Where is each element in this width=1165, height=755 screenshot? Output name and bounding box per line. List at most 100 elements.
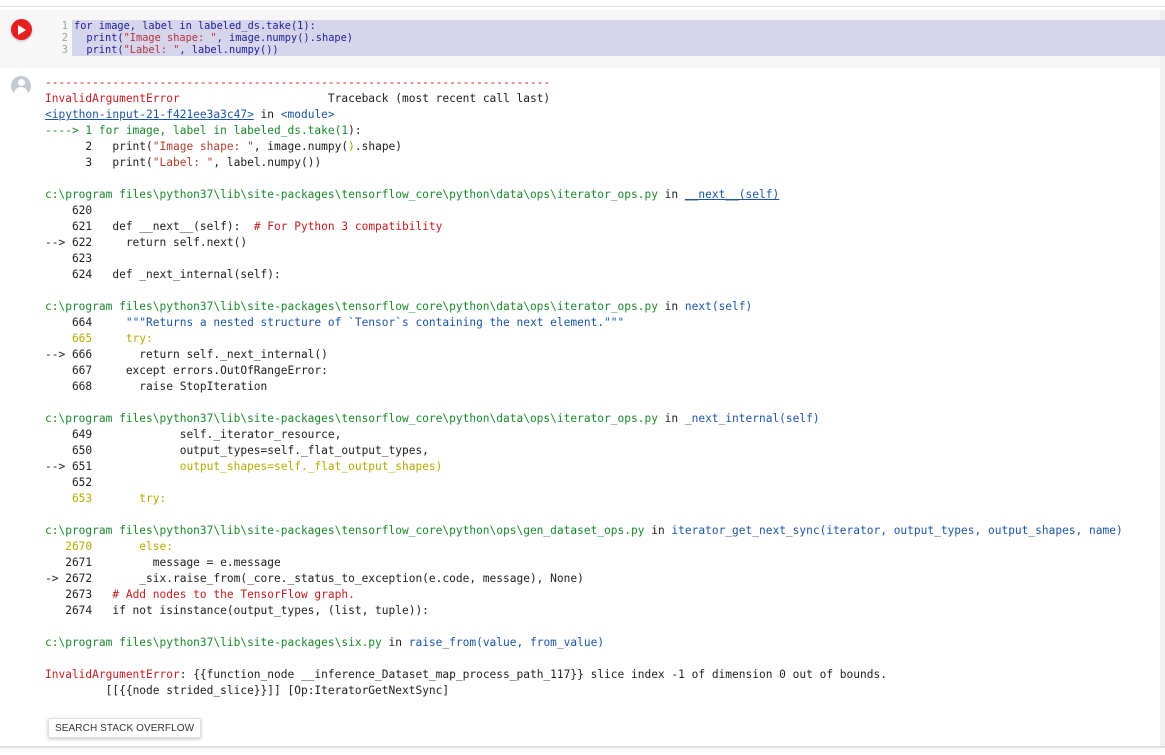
traceback-token: _next_internal(self) <box>684 412 820 425</box>
traceback-line: c:\program files\python37\lib\site-packa… <box>45 299 1160 315</box>
traceback-token: 649 self._iterator_resource, <box>45 428 342 441</box>
traceback-line: -> 2672 _six.raise_from(_core._status_to… <box>45 571 1160 587</box>
traceback-line: 2670 else: <box>45 539 1160 555</box>
traceback-token: <module> <box>280 108 335 121</box>
traceback-token: # For Python 3 compatibility <box>253 220 443 233</box>
traceback-token: next(self) <box>684 300 753 313</box>
traceback-line: 2673 # Add nodes to the TensorFlow graph… <box>45 587 1160 603</box>
traceback-line: 3 print("Label: ", label.numpy()) <box>45 155 1160 171</box>
traceback-line: InvalidArgumentError: {{function_node __… <box>45 667 1160 683</box>
traceback-line: ----------------------------------------… <box>45 75 1160 91</box>
traceback-token: ): <box>348 124 362 137</box>
traceback-line: 665 try: <box>45 331 1160 347</box>
code-token: , label.numpy()) <box>179 44 279 56</box>
traceback-line: 668 raise StopIteration <box>45 379 1160 395</box>
code-token: "Image shape: " <box>123 32 217 44</box>
cell-bottom-shadow <box>0 746 1165 749</box>
traceback-line: --> 622 return self.next() <box>45 235 1160 251</box>
traceback-line: c:\program files\python37\lib\site-packa… <box>45 635 1160 651</box>
traceback-token: 2 print( <box>45 140 153 153</box>
traceback-line: 653 try: <box>45 491 1160 507</box>
traceback-token: c:\program files\python37\lib\site-packa… <box>45 636 382 649</box>
traceback-token: 668 raise StopIteration <box>45 380 268 393</box>
traceback-link[interactable]: <ipython-input-21-f421ee3a3c47> <box>45 108 254 121</box>
code-line[interactable]: 3 print("Label: ", label.numpy()) <box>58 44 1165 56</box>
code-token: , image.numpy().shape) <box>216 32 353 44</box>
traceback-token: 653 try: <box>45 492 167 505</box>
traceback-token: ----------------------------------------… <box>45 76 551 89</box>
traceback-token: c:\program files\python37\lib\site-packa… <box>45 188 658 201</box>
traceback-token: in <box>657 412 685 425</box>
traceback-token: 2674 if not isinstance(output_types, (li… <box>45 604 429 617</box>
traceback-line: --> 666 return self._next_internal() <box>45 347 1160 363</box>
traceback-token: c:\program files\python37\lib\site-packa… <box>45 412 658 425</box>
traceback-link[interactable]: __next__(self) <box>685 188 779 201</box>
line-number: 3 <box>61 44 68 56</box>
traceback-line: [[{{node strided_slice}}]] [Op:IteratorG… <box>45 683 1160 699</box>
code-token: print( <box>74 44 124 56</box>
traceback-token: output_shapes=self._flat_output_shapes) <box>179 460 443 473</box>
traceback-line: 667 except errors.OutOfRangeError: <box>45 363 1160 379</box>
traceback-output: ----------------------------------------… <box>45 75 1160 699</box>
traceback-line: 2671 message = e.message <box>45 555 1160 571</box>
traceback-line: ----> 1 for image, label in labeled_ds.t… <box>45 123 1160 139</box>
traceback-line: --> 651 output_shapes=self._flat_output_… <box>45 459 1160 475</box>
traceback-token: Traceback (most recent call last) <box>179 92 551 105</box>
code-line[interactable]: 1 for image, label in labeled_ds.take(1): <box>58 20 1165 32</box>
traceback-token: in <box>657 300 685 313</box>
traceback-token: 665 try: <box>45 332 153 345</box>
traceback-token: in <box>657 188 685 201</box>
traceback-token: 667 except errors.OutOfRangeError: <box>45 364 328 377</box>
traceback-token: iterator_get_next_sync(iterator, output_… <box>671 524 1123 537</box>
traceback-line: 2 print("Image shape: ", image.numpy().s… <box>45 139 1160 155</box>
traceback-gap <box>45 651 1160 667</box>
traceback-token: 2670 else: <box>45 540 173 553</box>
traceback-token: """Returns a nested structure of `Tensor… <box>125 316 625 329</box>
traceback-line: 664 """Returns a nested structure of `Te… <box>45 315 1160 331</box>
traceback-gap <box>45 171 1160 187</box>
traceback-token: --> 651 <box>45 460 180 473</box>
traceback-token: ----> 1 for image, label in labeled_ds.t… <box>45 124 342 137</box>
traceback-token: 624 def _next_internal(self): <box>45 268 281 281</box>
traceback-line: 621 def __next__(self): # For Python 3 c… <box>45 219 1160 235</box>
play-icon <box>18 24 26 35</box>
code-line[interactable]: 2 print("Image shape: ", image.numpy().s… <box>58 32 1165 44</box>
run-cell-button[interactable] <box>11 19 32 40</box>
traceback-token: 2671 message = e.message <box>45 556 281 569</box>
line-number: 2 <box>61 32 68 44</box>
traceback-token: ) <box>348 140 355 153</box>
traceback-token: 664 <box>45 316 126 329</box>
traceback-token: "Label: " <box>152 156 214 169</box>
traceback-token: 2673 <box>45 588 113 601</box>
traceback-line: <ipython-input-21-f421ee3a3c47> in <modu… <box>45 107 1160 123</box>
search-stack-overflow-button[interactable]: SEARCH STACK OVERFLOW <box>48 718 202 738</box>
traceback-line: 649 self._iterator_resource, <box>45 427 1160 443</box>
traceback-line: 623 <box>45 251 1160 267</box>
code-text: for image, label in labeled_ds.take(1): <box>74 20 316 32</box>
traceback-token: 652 <box>45 476 93 489</box>
traceback-token: , label.numpy()) <box>213 156 322 169</box>
traceback-token: 3 print( <box>45 156 153 169</box>
traceback-token: # Add nodes to the TensorFlow graph. <box>112 588 355 601</box>
traceback-token: raise_from(value, from_value) <box>408 636 605 649</box>
traceback-token: "Image shape: " <box>152 140 254 153</box>
traceback-token: --> 622 return self.next() <box>45 236 248 249</box>
code-token: print( <box>74 32 124 44</box>
user-avatar-icon <box>11 76 31 96</box>
code-editor[interactable]: 1 for image, label in labeled_ds.take(1):… <box>58 20 1165 56</box>
top-divider <box>0 6 1165 7</box>
traceback-gap <box>45 283 1160 299</box>
traceback-token: c:\program files\python37\lib\site-packa… <box>45 524 645 537</box>
code-token: "Label: " <box>123 44 180 56</box>
traceback-token: 650 output_types=self._flat_output_types… <box>45 444 429 457</box>
traceback-token: .shape) <box>354 140 403 153</box>
traceback-token: [[{{node strided_slice}}]] [Op:IteratorG… <box>45 684 450 697</box>
traceback-line: 620 <box>45 203 1160 219</box>
traceback-token: --> 666 return self._next_internal() <box>45 348 328 361</box>
traceback-line: 650 output_types=self._flat_output_types… <box>45 443 1160 459</box>
traceback-line: 2674 if not isinstance(output_types, (li… <box>45 603 1160 619</box>
traceback-line: c:\program files\python37\lib\site-packa… <box>45 523 1160 539</box>
code-text: print("Image shape: ", image.numpy().sha… <box>74 32 353 44</box>
code-token: for image, label in labeled_ds.take(1): <box>74 20 316 32</box>
traceback-token: in <box>644 524 672 537</box>
